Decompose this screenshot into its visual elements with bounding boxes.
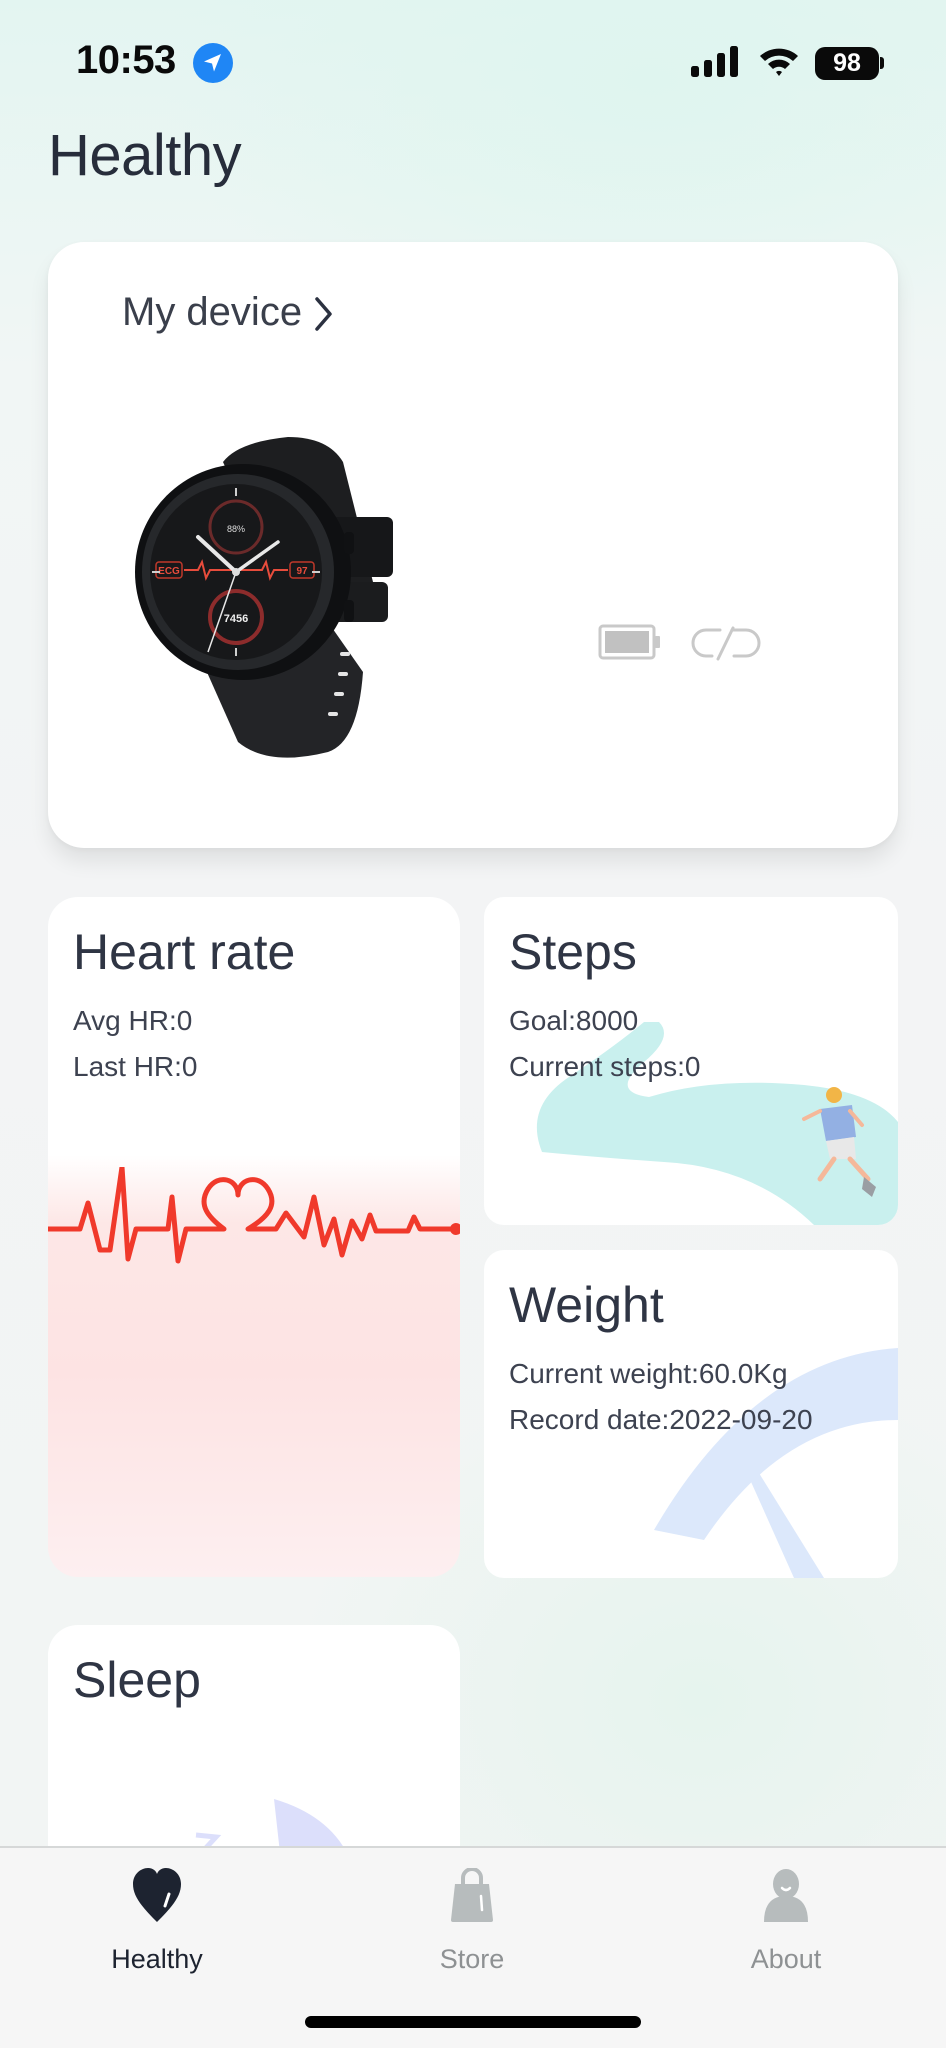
ecg-heart-line-icon [48,1167,460,1264]
tab-healthy-label: Healthy [111,1944,203,1974]
weight-card[interactable]: Weight Current weight:60.0Kg Record date… [484,1250,898,1578]
svg-text:88%: 88% [227,524,245,534]
location-arrow-icon [193,43,233,83]
chevron-right-icon [315,296,332,331]
heart-rate-card[interactable]: Heart rate Avg HR:0 Last HR:0 [48,897,460,1577]
weight-title: Weight [509,1277,664,1333]
tab-about[interactable]: About [706,1868,866,1975]
heart-rate-title: Heart rate [73,924,296,980]
svg-text:97: 97 [296,566,308,577]
my-device-link[interactable]: My device [122,290,334,335]
battery-indicator: 98 [815,47,879,80]
battery-tip [880,57,884,69]
current-weight-value: Current weight:60.0Kg [509,1358,788,1389]
smartwatch-image: ECG 97 88% 7456 [135,437,393,758]
tab-about-label: About [750,1944,822,1974]
steps-card[interactable]: Steps Goal:8000 Current steps:0 [484,897,898,1225]
current-steps-value: Current steps:0 [509,1051,701,1082]
steps-title: Steps [509,924,637,980]
home-indicator[interactable] [305,2016,641,2028]
steps-goal-value: Goal:8000 [509,1005,639,1036]
wifi-icon [760,48,798,76]
svg-text:ECG: ECG [158,566,180,577]
record-date-value: Record date:2022-09-20 [509,1404,813,1435]
heart-icon [133,1868,181,1922]
svg-text:7456: 7456 [224,613,248,625]
status-time: 10:53 [76,38,176,82]
tab-store-label: Store [439,1944,505,1974]
my-device-label: My device [122,290,303,334]
avg-hr-value: Avg HR:0 [73,1005,193,1036]
tab-healthy[interactable]: Healthy [77,1868,237,1975]
last-hr-value: Last HR:0 [73,1051,198,1082]
tab-store[interactable]: Store [392,1868,552,1975]
person-icon [764,1869,808,1922]
sleep-title: Sleep [73,1652,201,1708]
disconnected-link-icon [691,626,761,661]
shopping-bag-icon [451,1868,493,1922]
page-title: Healthy [48,123,242,188]
battery-icon [598,624,660,660]
cellular-signal-icon [691,46,738,77]
my-device-card[interactable]: My device ECG 97 88% 7456 [48,242,898,848]
status-bar: 10:53 98 [0,0,946,120]
